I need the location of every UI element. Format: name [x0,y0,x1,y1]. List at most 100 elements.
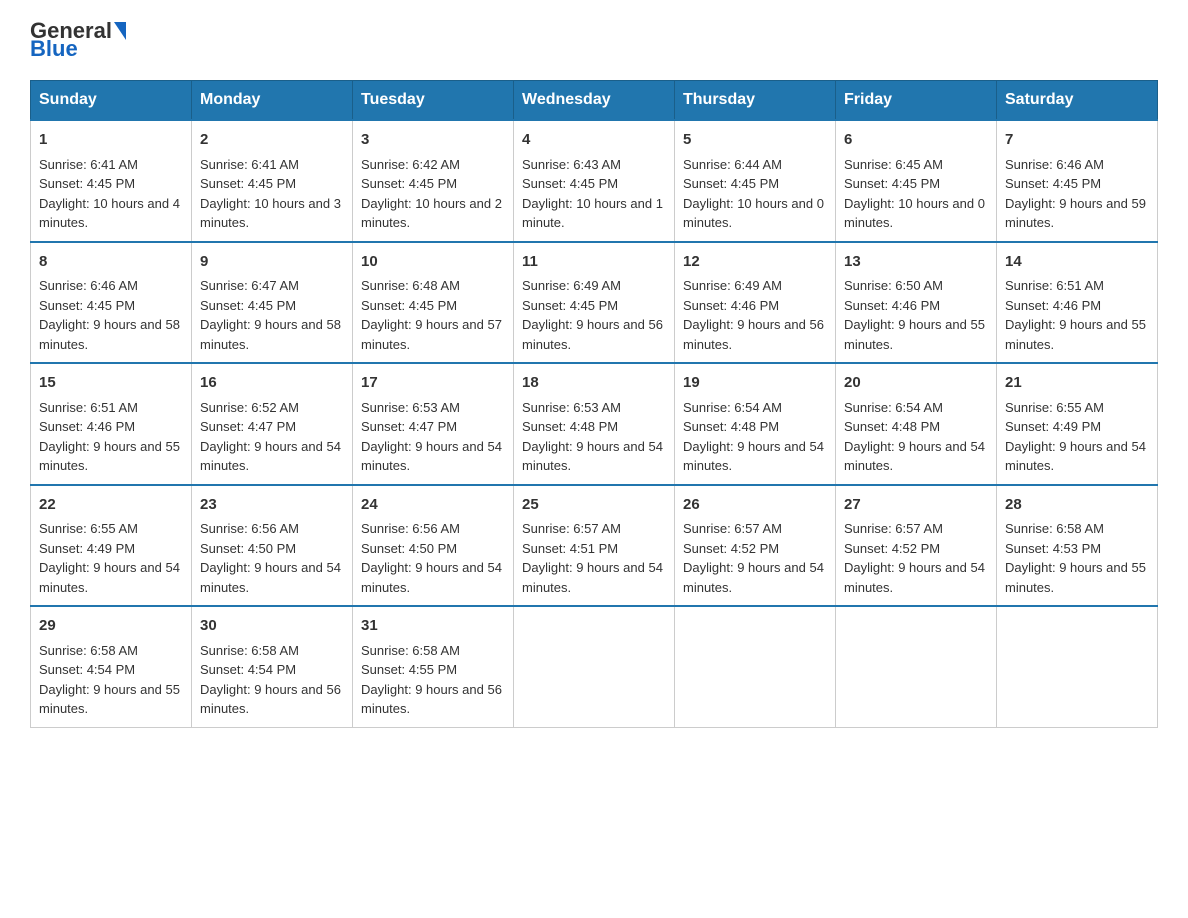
week-row-1: 1 Sunrise: 6:41 AMSunset: 4:45 PMDaylight… [31,120,1158,242]
day-info: Sunrise: 6:41 AMSunset: 4:45 PMDaylight:… [200,157,341,231]
day-cell-8: 8 Sunrise: 6:46 AMSunset: 4:45 PMDaylight… [31,242,192,364]
day-number: 28 [1005,494,1149,517]
day-number: 19 [683,372,827,395]
day-info: Sunrise: 6:51 AMSunset: 4:46 PMDaylight:… [1005,278,1146,352]
day-number: 23 [200,494,344,517]
day-info: Sunrise: 6:58 AMSunset: 4:54 PMDaylight:… [39,643,180,717]
day-number: 24 [361,494,505,517]
day-number: 18 [522,372,666,395]
day-cell-2: 2 Sunrise: 6:41 AMSunset: 4:45 PMDaylight… [192,120,353,242]
day-number: 11 [522,251,666,274]
day-info: Sunrise: 6:57 AMSunset: 4:52 PMDaylight:… [844,521,985,595]
day-number: 1 [39,129,183,152]
day-info: Sunrise: 6:54 AMSunset: 4:48 PMDaylight:… [844,400,985,474]
day-number: 8 [39,251,183,274]
logo-blue-text: Blue [30,38,78,60]
day-cell-30: 30 Sunrise: 6:58 AMSunset: 4:54 PMDayligh… [192,606,353,727]
day-cell-19: 19 Sunrise: 6:54 AMSunset: 4:48 PMDayligh… [675,363,836,485]
day-cell-9: 9 Sunrise: 6:47 AMSunset: 4:45 PMDaylight… [192,242,353,364]
day-info: Sunrise: 6:42 AMSunset: 4:45 PMDaylight:… [361,157,502,231]
day-info: Sunrise: 6:46 AMSunset: 4:45 PMDaylight:… [39,278,180,352]
day-cell-23: 23 Sunrise: 6:56 AMSunset: 4:50 PMDayligh… [192,485,353,607]
day-info: Sunrise: 6:46 AMSunset: 4:45 PMDaylight:… [1005,157,1146,231]
logo-triangle-icon [114,22,126,40]
day-info: Sunrise: 6:55 AMSunset: 4:49 PMDaylight:… [1005,400,1146,474]
day-cell-25: 25 Sunrise: 6:57 AMSunset: 4:51 PMDayligh… [514,485,675,607]
day-info: Sunrise: 6:58 AMSunset: 4:54 PMDaylight:… [200,643,341,717]
day-cell-22: 22Sunrise: 6:55 AMSunset: 4:49 PMDayligh… [31,485,192,607]
day-cell-18: 18Sunrise: 6:53 AMSunset: 4:48 PMDayligh… [514,363,675,485]
day-cell-4: 4Sunrise: 6:43 AMSunset: 4:45 PMDaylight… [514,120,675,242]
day-cell-21: 21Sunrise: 6:55 AMSunset: 4:49 PMDayligh… [997,363,1158,485]
day-info: Sunrise: 6:56 AMSunset: 4:50 PMDaylight:… [200,521,341,595]
week-row-3: 15 Sunrise: 6:51 AMSunset: 4:46 PMDayligh… [31,363,1158,485]
day-cell-13: 13 Sunrise: 6:50 AMSunset: 4:46 PMDayligh… [836,242,997,364]
day-cell-26: 26Sunrise: 6:57 AMSunset: 4:52 PMDayligh… [675,485,836,607]
day-cell-10: 10 Sunrise: 6:48 AMSunset: 4:45 PMDayligh… [353,242,514,364]
day-info: Sunrise: 6:45 AMSunset: 4:45 PMDaylight:… [844,157,985,231]
day-info: Sunrise: 6:57 AMSunset: 4:51 PMDaylight:… [522,521,663,595]
day-cell-28: 28 Sunrise: 6:58 AMSunset: 4:53 PMDayligh… [997,485,1158,607]
day-number: 31 [361,615,505,638]
day-info: Sunrise: 6:56 AMSunset: 4:50 PMDaylight:… [361,521,502,595]
day-info: Sunrise: 6:57 AMSunset: 4:52 PMDaylight:… [683,521,824,595]
day-info: Sunrise: 6:58 AMSunset: 4:55 PMDaylight:… [361,643,502,717]
weekday-header-row: SundayMondayTuesdayWednesdayThursdayFrid… [31,81,1158,121]
weekday-header-thursday: Thursday [675,81,836,121]
day-cell-14: 14 Sunrise: 6:51 AMSunset: 4:46 PMDayligh… [997,242,1158,364]
day-cell-29: 29 Sunrise: 6:58 AMSunset: 4:54 PMDayligh… [31,606,192,727]
day-cell-15: 15 Sunrise: 6:51 AMSunset: 4:46 PMDayligh… [31,363,192,485]
day-number: 17 [361,372,505,395]
weekday-header-friday: Friday [836,81,997,121]
day-number: 16 [200,372,344,395]
day-info: Sunrise: 6:41 AMSunset: 4:45 PMDaylight:… [39,157,180,231]
day-info: Sunrise: 6:49 AMSunset: 4:45 PMDaylight:… [522,278,663,352]
calendar-table: SundayMondayTuesdayWednesdayThursdayFrid… [30,80,1158,728]
day-number: 12 [683,251,827,274]
day-number: 6 [844,129,988,152]
week-row-4: 22Sunrise: 6:55 AMSunset: 4:49 PMDayligh… [31,485,1158,607]
day-cell-16: 16Sunrise: 6:52 AMSunset: 4:47 PMDayligh… [192,363,353,485]
weekday-header-wednesday: Wednesday [514,81,675,121]
week-row-5: 29 Sunrise: 6:58 AMSunset: 4:54 PMDayligh… [31,606,1158,727]
day-number: 25 [522,494,666,517]
empty-cell [836,606,997,727]
empty-cell [675,606,836,727]
day-info: Sunrise: 6:49 AMSunset: 4:46 PMDaylight:… [683,278,824,352]
day-number: 29 [39,615,183,638]
day-info: Sunrise: 6:54 AMSunset: 4:48 PMDaylight:… [683,400,824,474]
day-number: 13 [844,251,988,274]
day-info: Sunrise: 6:51 AMSunset: 4:46 PMDaylight:… [39,400,180,474]
day-info: Sunrise: 6:44 AMSunset: 4:45 PMDaylight:… [683,157,824,231]
day-cell-17: 17Sunrise: 6:53 AMSunset: 4:47 PMDayligh… [353,363,514,485]
day-cell-24: 24 Sunrise: 6:56 AMSunset: 4:50 PMDayligh… [353,485,514,607]
day-info: Sunrise: 6:58 AMSunset: 4:53 PMDaylight:… [1005,521,1146,595]
weekday-header-monday: Monday [192,81,353,121]
day-cell-12: 12 Sunrise: 6:49 AMSunset: 4:46 PMDayligh… [675,242,836,364]
day-number: 20 [844,372,988,395]
day-info: Sunrise: 6:50 AMSunset: 4:46 PMDaylight:… [844,278,985,352]
weekday-header-sunday: Sunday [31,81,192,121]
day-cell-1: 1 Sunrise: 6:41 AMSunset: 4:45 PMDaylight… [31,120,192,242]
day-number: 14 [1005,251,1149,274]
day-number: 2 [200,129,344,152]
weekday-header-saturday: Saturday [997,81,1158,121]
day-info: Sunrise: 6:47 AMSunset: 4:45 PMDaylight:… [200,278,341,352]
day-cell-5: 5 Sunrise: 6:44 AMSunset: 4:45 PMDaylight… [675,120,836,242]
logo: General Blue [30,20,126,60]
day-cell-31: 31 Sunrise: 6:58 AMSunset: 4:55 PMDayligh… [353,606,514,727]
day-number: 3 [361,129,505,152]
day-number: 10 [361,251,505,274]
day-cell-11: 11 Sunrise: 6:49 AMSunset: 4:45 PMDayligh… [514,242,675,364]
empty-cell [997,606,1158,727]
day-info: Sunrise: 6:48 AMSunset: 4:45 PMDaylight:… [361,278,502,352]
day-number: 15 [39,372,183,395]
page-header: General Blue [30,20,1158,60]
day-number: 4 [522,129,666,152]
day-number: 27 [844,494,988,517]
day-number: 5 [683,129,827,152]
day-number: 9 [200,251,344,274]
day-cell-6: 6 Sunrise: 6:45 AMSunset: 4:45 PMDaylight… [836,120,997,242]
day-number: 30 [200,615,344,638]
day-cell-27: 27 Sunrise: 6:57 AMSunset: 4:52 PMDayligh… [836,485,997,607]
